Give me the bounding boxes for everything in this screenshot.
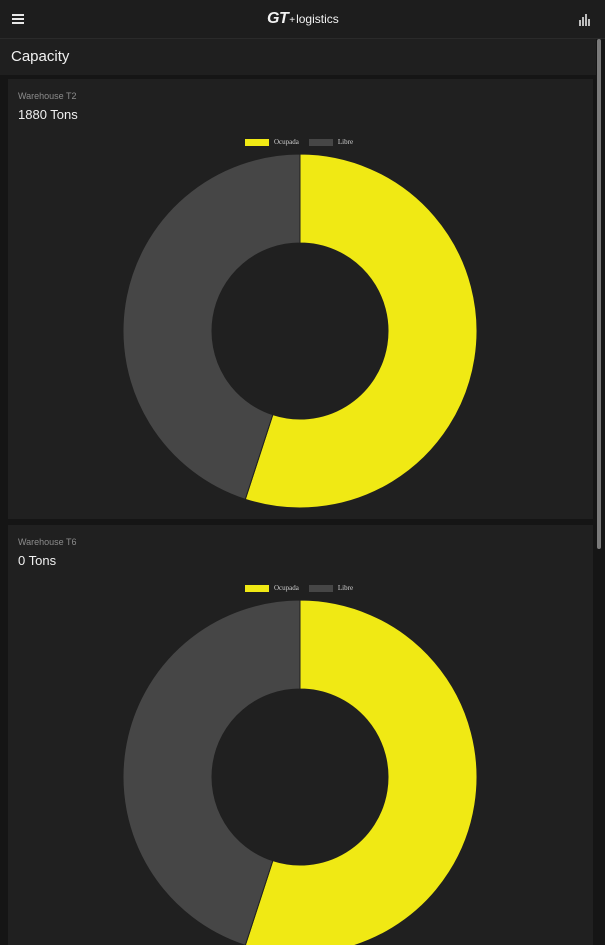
app-logo: GT + logistics bbox=[267, 10, 339, 28]
page-title: Capacity bbox=[11, 48, 70, 65]
donut-chart bbox=[122, 599, 478, 945]
hamburger-menu-icon[interactable] bbox=[10, 11, 28, 27]
donut-chart bbox=[122, 153, 478, 509]
logo-plus: + bbox=[289, 15, 296, 26]
scrollbar[interactable] bbox=[597, 39, 601, 549]
app-bar: GT + logistics bbox=[0, 0, 605, 39]
warehouse-card: Warehouse T6 0 Tons Ocupada Libre bbox=[8, 525, 593, 945]
bar-chart-icon[interactable] bbox=[578, 12, 592, 26]
page-header: Capacity bbox=[0, 39, 596, 75]
warehouse-card: Warehouse T2 1880 Tons Ocupada Libre bbox=[8, 79, 593, 519]
logo-gt: GT bbox=[267, 10, 289, 27]
logo-text: logistics bbox=[296, 12, 339, 26]
